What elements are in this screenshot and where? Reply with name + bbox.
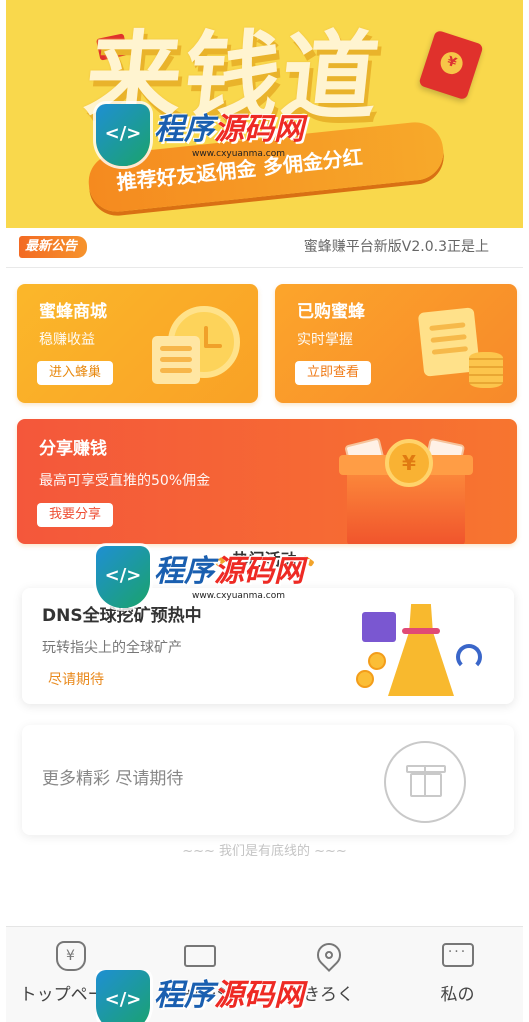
promo-banner[interactable]: 来钱道 推荐好友返佣金 多佣金分红 ¥ bbox=[6, 0, 523, 228]
purchased-bees-title: 已购蜜蜂 bbox=[297, 302, 365, 322]
purchased-bees-subtitle: 实时掌握 bbox=[297, 332, 353, 348]
announcement-text[interactable]: 蜜蜂赚平台新版V2.0.3正是上 bbox=[304, 237, 489, 257]
enter-hive-button[interactable]: 进入蜂巢 bbox=[37, 361, 114, 385]
shopping-bag-icon bbox=[362, 612, 396, 642]
share-earn-title: 分享赚钱 bbox=[39, 439, 107, 459]
bee-mall-title: 蜜蜂商城 bbox=[39, 302, 107, 322]
view-now-button[interactable]: 立即查看 bbox=[295, 361, 372, 385]
share-earn-subtitle: 最高可享受直推的50%佣金 bbox=[39, 473, 211, 489]
hot-activities-heading: 热门活动 bbox=[0, 548, 529, 572]
bottom-tab-bar: ¥ トップページ チャージ きろく ··· 私の bbox=[6, 926, 523, 1022]
money-bag-icon: ¥ bbox=[55, 941, 86, 971]
end-of-list-text: ~~~ 我们是有底线的 ~~~ bbox=[182, 844, 347, 859]
diamond-icon bbox=[300, 554, 315, 567]
list-icon bbox=[152, 336, 200, 384]
tab-home[interactable]: ¥ トップページ bbox=[6, 927, 135, 1022]
more-coming-card[interactable]: 更多精彩 尽请期待 bbox=[22, 725, 514, 835]
chat-bubble-icon: ··· bbox=[441, 943, 474, 967]
share-earn-card[interactable]: 分享赚钱 最高可享受直推的50%佣金 我要分享 ¥ bbox=[17, 419, 517, 544]
bee-mall-subtitle: 稳赚收益 bbox=[39, 332, 95, 348]
headphone-icon bbox=[456, 644, 482, 670]
tab-recharge[interactable]: チャージ bbox=[135, 927, 264, 1022]
coin-icon: ¥ bbox=[437, 49, 466, 77]
tab-records[interactable]: きろく bbox=[264, 927, 393, 1022]
yen-coin-icon: ¥ bbox=[385, 439, 433, 487]
tab-records-label: きろく bbox=[303, 985, 354, 1005]
announcement-badge: 最新公告 bbox=[19, 236, 88, 258]
purchased-bees-card[interactable]: 已购蜜蜂 实时掌握 立即查看 bbox=[275, 284, 517, 403]
bee-mall-card[interactable]: 蜜蜂商城 稳赚收益 进入蜂巢 bbox=[17, 284, 258, 403]
location-pin-icon bbox=[311, 938, 346, 972]
activity-description: 玩转指尖上的全球矿产 bbox=[42, 640, 182, 656]
dns-mining-card[interactable]: DNS全球挖矿预热中 玩转指尖上的全球矿产 尽请期待 bbox=[22, 588, 514, 704]
dress-belt-icon bbox=[402, 628, 440, 634]
announcement-bar[interactable]: 最新公告 蜜蜂赚平台新版V2.0.3正是上 bbox=[6, 228, 523, 268]
share-now-button[interactable]: 我要分享 bbox=[37, 503, 114, 527]
coin-stack-icon bbox=[469, 352, 503, 388]
tab-mine[interactable]: ··· 私の bbox=[393, 927, 522, 1022]
hot-activities-title: 热门活动 bbox=[232, 550, 297, 569]
coin-icon bbox=[368, 652, 386, 670]
tab-mine-label: 私の bbox=[440, 985, 475, 1005]
more-coming-text: 更多精彩 尽请期待 bbox=[42, 769, 184, 789]
gift-icon bbox=[384, 741, 466, 823]
dress-icon bbox=[388, 604, 454, 696]
ticket-icon bbox=[183, 945, 216, 967]
activity-status: 尽请期待 bbox=[48, 672, 104, 688]
coin-icon bbox=[356, 670, 374, 688]
activity-title: DNS全球挖矿预热中 bbox=[42, 606, 202, 626]
tab-recharge-label: チャージ bbox=[165, 985, 234, 1005]
tab-home-label: トップページ bbox=[19, 985, 122, 1005]
diamond-icon bbox=[214, 554, 229, 567]
